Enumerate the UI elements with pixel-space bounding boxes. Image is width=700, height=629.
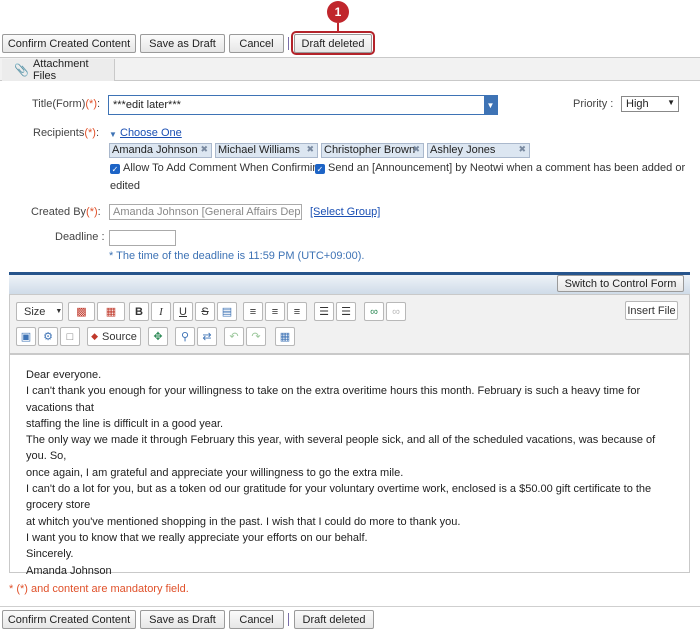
undo-icon[interactable]: ↶ <box>224 327 244 346</box>
choose-one-link[interactable]: Choose One <box>120 127 182 139</box>
close-icon[interactable]: ✖ <box>200 144 208 155</box>
close-icon[interactable]: ✖ <box>306 144 314 155</box>
allow-comment-label: Allow To Add Comment When Confirming <box>123 162 325 174</box>
callout-highlight <box>291 31 375 55</box>
body-line: staffing the line is difficult in a good… <box>26 417 224 430</box>
send-announcement-label: Send an [Announcement] by Neotwi when a … <box>328 162 686 174</box>
align-center-icon[interactable]: ≡ <box>265 302 285 321</box>
created-by-field: Amanda Johnson [General Affairs Depa... <box>109 204 302 220</box>
title-value: ***edit later*** <box>113 99 181 111</box>
body-line: once again, I am grateful and appreciate… <box>26 466 404 479</box>
recipient-chip[interactable]: Ashley Jones ✖ <box>427 143 530 158</box>
editor-content[interactable]: Dear everyone. I can't thank you enough … <box>9 354 690 577</box>
cancel-button[interactable]: Cancel <box>229 610 284 629</box>
created-by-label: Created By(*): <box>31 206 101 218</box>
tab-attachment-files-label: Attachment Files <box>32 58 89 82</box>
find-icon[interactable]: ⚙ <box>38 327 58 346</box>
recipient-chip[interactable]: Amanda Johnson ✖ <box>109 143 212 158</box>
priority-label: Priority : <box>573 98 614 110</box>
italic-icon[interactable]: I <box>151 302 171 321</box>
source-button[interactable]: ◆ Source <box>87 327 141 346</box>
close-icon[interactable]: ✖ <box>412 144 420 155</box>
priority-value: High <box>626 98 649 110</box>
tab-bar: 📎 Attachment Files <box>0 57 700 82</box>
body-line: Amanda Johnson <box>26 564 112 577</box>
chevron-down-icon: ▼ <box>667 98 675 107</box>
bullet-list-icon[interactable]: ☰ <box>336 302 356 321</box>
font-size-dropdown[interactable]: Size ▼ <box>16 302 63 321</box>
send-announcement-checkbox[interactable]: ✓ <box>315 164 325 174</box>
insert-table-icon[interactable]: ▦ <box>275 327 295 346</box>
body-line: The only way we made it through February… <box>26 434 656 463</box>
send-announcement-label-cont: edited <box>110 180 140 192</box>
maximize-icon[interactable]: ✥ <box>148 327 168 346</box>
source-icon: ◆ <box>91 331 99 341</box>
redo-icon[interactable]: ↷ <box>246 327 266 346</box>
replace-icon[interactable]: ⇄ <box>197 327 217 346</box>
deadline-note: * The time of the deadline is 11:59 PM (… <box>109 250 365 262</box>
confirm-created-content-button[interactable]: Confirm Created Content <box>2 610 136 629</box>
priority-select[interactable]: High ▼ <box>621 96 679 112</box>
highlight-icon[interactable]: ▤ <box>217 302 237 321</box>
cancel-button[interactable]: Cancel <box>229 34 284 53</box>
divider <box>0 606 700 607</box>
body-line: Sincerely. <box>26 548 74 561</box>
deadline-input[interactable] <box>109 230 176 246</box>
mandatory-note: * (*) and content are mandatory field. <box>9 583 189 595</box>
title-label: Title(Form)(*): <box>32 98 101 110</box>
callout-badge: 1 <box>327 1 349 23</box>
body-line: at whitch you've mentioned shopping in t… <box>26 515 461 528</box>
allow-comment-checkbox[interactable]: ✓ <box>110 164 120 174</box>
recipients-label: Recipients(*): <box>33 127 100 139</box>
save-as-draft-button[interactable]: Save as Draft <box>140 610 225 629</box>
image-icon[interactable]: ▣ <box>16 327 36 346</box>
table-icon[interactable]: ▦ <box>97 302 125 321</box>
confirm-created-content-button[interactable]: Confirm Created Content <box>2 34 136 53</box>
unlink-icon[interactable]: ∞ <box>386 302 406 321</box>
chevron-down-icon[interactable]: ▼ <box>484 96 497 114</box>
text-color-icon[interactable]: ▩ <box>68 302 95 321</box>
recipient-chip[interactable]: Christopher Brown ✖ <box>321 143 424 158</box>
link-icon[interactable]: ∞ <box>364 302 384 321</box>
underline-icon[interactable]: U <box>173 302 193 321</box>
recipient-chip[interactable]: Michael Williams ✖ <box>215 143 318 158</box>
deadline-label: Deadline : <box>55 231 105 243</box>
select-group-link[interactable]: [Select Group] <box>310 206 380 218</box>
close-icon[interactable]: ✖ <box>518 144 526 155</box>
search-icon[interactable]: ⚲ <box>175 327 195 346</box>
callout-stem <box>337 23 339 32</box>
insert-file-button[interactable]: Insert File <box>625 301 678 320</box>
triangle-down-icon: ▼ <box>109 130 117 139</box>
draft-deleted-button[interactable]: Draft deleted <box>294 610 374 629</box>
strikethrough-icon[interactable]: S <box>195 302 215 321</box>
divider <box>288 613 289 626</box>
numbered-list-icon[interactable]: ☰ <box>314 302 334 321</box>
body-line: I can't thank you enough for your willin… <box>26 385 641 414</box>
switch-to-control-form-button[interactable]: Switch to Control Form <box>557 275 684 292</box>
tab-attachment-files[interactable]: 📎 Attachment Files <box>2 58 115 82</box>
align-right-icon[interactable]: ≡ <box>287 302 307 321</box>
body-line: I can't do a lot for you, but as a token… <box>26 483 652 512</box>
save-as-draft-button[interactable]: Save as Draft <box>140 34 225 53</box>
align-left-icon[interactable]: ≡ <box>243 302 263 321</box>
preview-icon[interactable]: □ <box>60 327 80 346</box>
title-input[interactable]: ***edit later*** ▼ <box>108 95 498 115</box>
bold-icon[interactable]: B <box>129 302 149 321</box>
chevron-down-icon: ▼ <box>55 308 63 315</box>
divider <box>288 37 289 50</box>
paperclip-icon: 📎 <box>14 63 29 77</box>
body-line: Dear everyone. <box>26 369 102 381</box>
body-line: I want you to know that we really apprec… <box>26 531 368 544</box>
